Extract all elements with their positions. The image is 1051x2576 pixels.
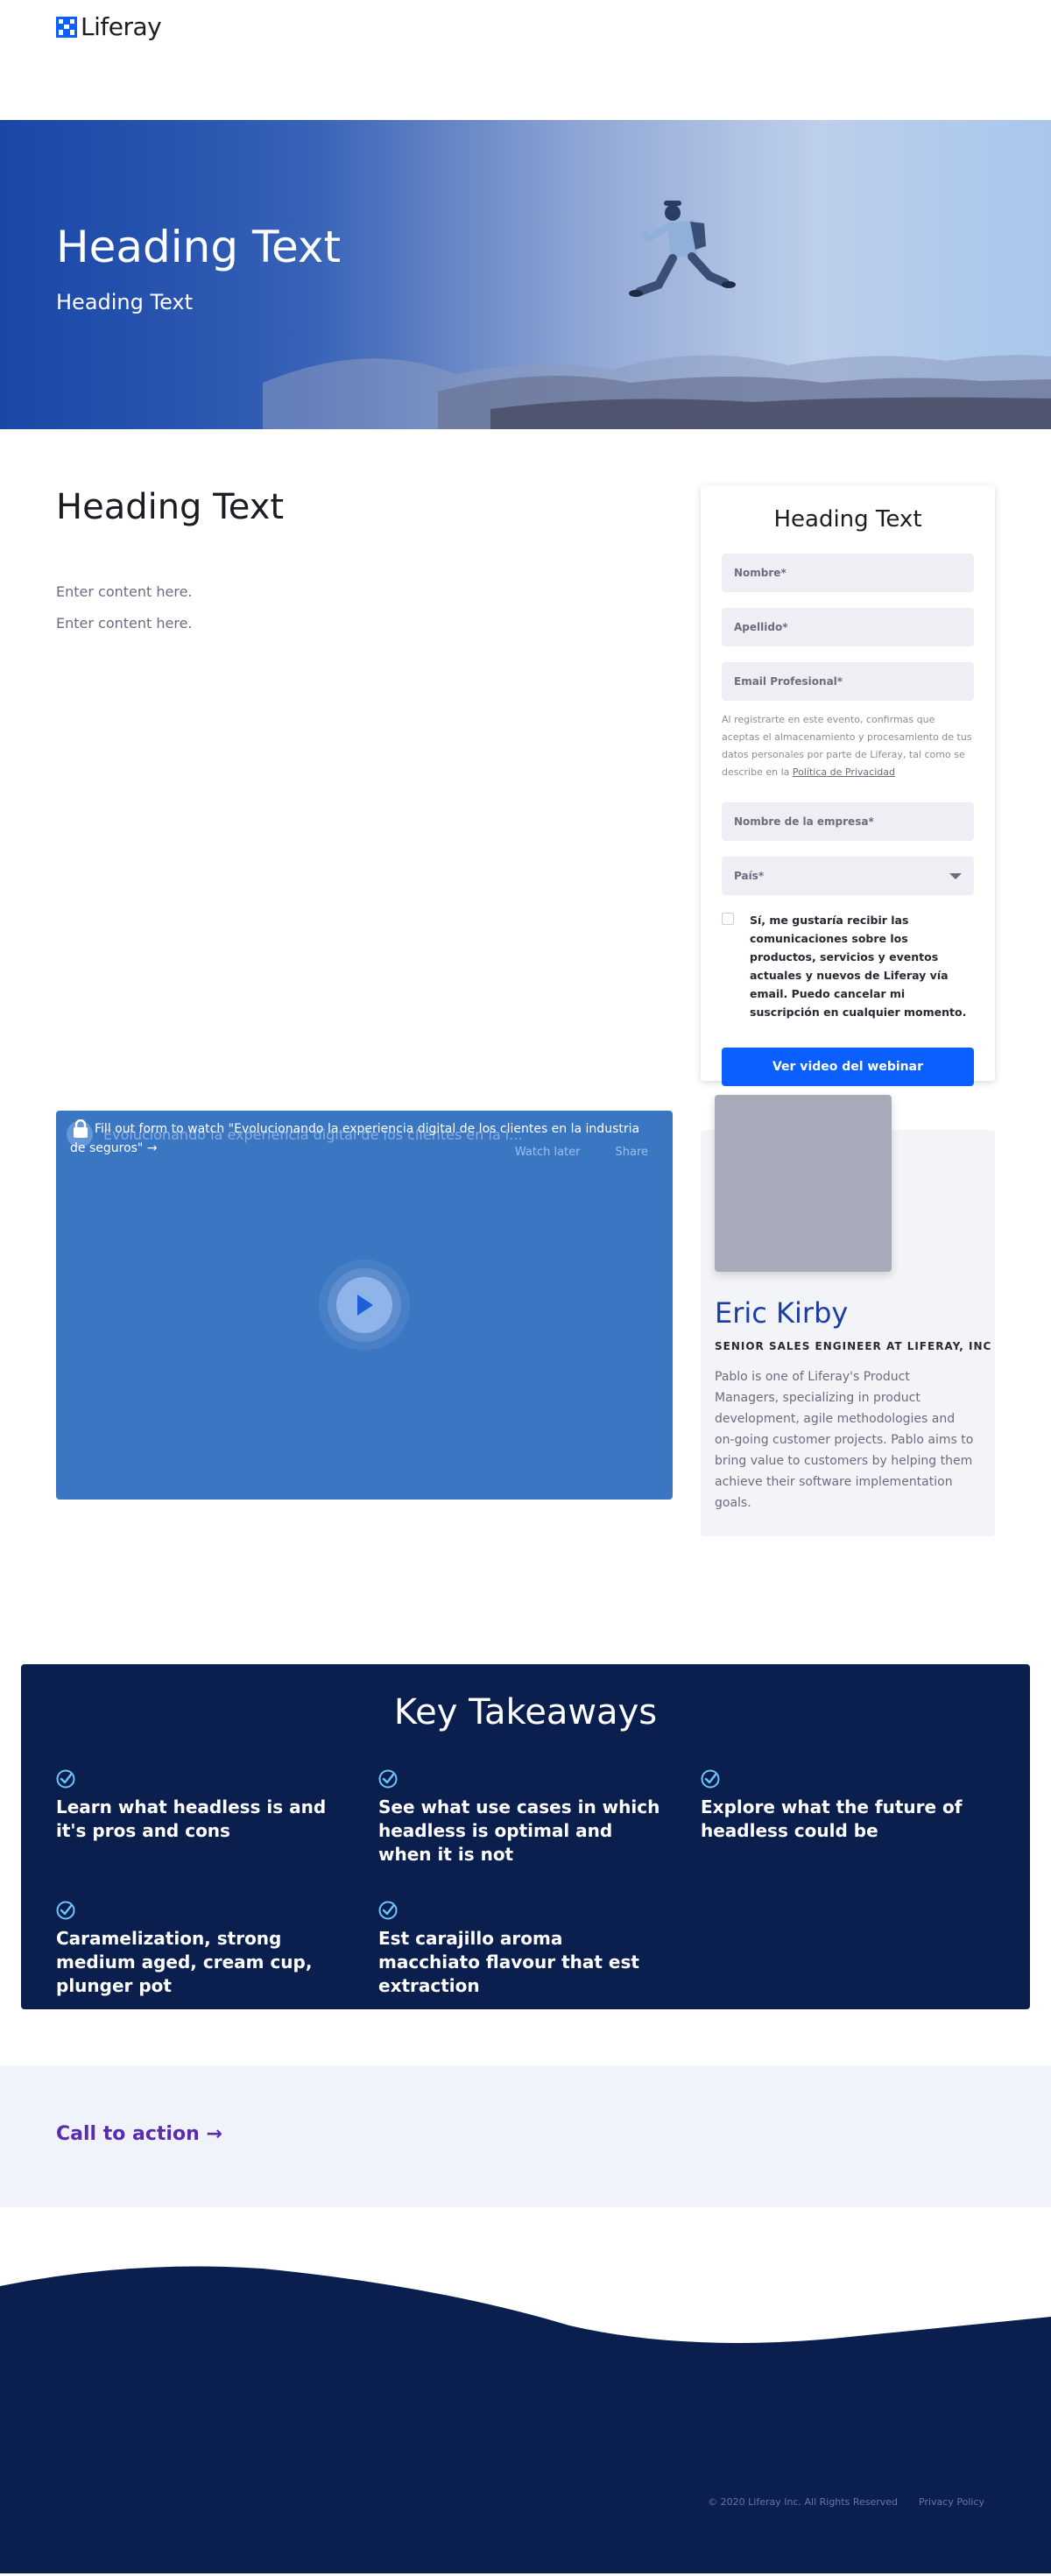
takeaway-text: Learn what headless is and it's pros and…	[56, 1796, 327, 1841]
site-footer: © 2020 Liferay Inc. All Rights Reserved …	[0, 2207, 1051, 2573]
video-gate-message[interactable]: Fill out form to watch "Evolucionando la…	[70, 1119, 652, 1158]
consent-text: Sí, me gustaría recibir las comunicacion…	[750, 914, 967, 1019]
site-header: Liferay	[0, 0, 1051, 120]
last-name-field[interactable]: Apellido*	[722, 608, 974, 646]
takeaways-panel: Key Takeaways Learn what headless is and…	[21, 1664, 1030, 2009]
jumping-person-image	[629, 201, 736, 297]
chevron-down-icon	[949, 873, 962, 879]
country-select[interactable]: País*	[722, 857, 974, 895]
consent-option: Sí, me gustaría recibir las comunicacion…	[722, 911, 974, 1021]
check-circle-icon	[56, 1769, 75, 1789]
footer-links: © 2020 Liferay Inc. All Rights Reserved …	[708, 2496, 984, 2508]
media-section: Evolucionando la experiencia digital de …	[0, 1095, 1051, 1664]
speaker-role: SENIOR SALES ENGINEER AT LIFERAY, INC	[715, 1340, 992, 1352]
privacy-policy-footer-link[interactable]: Privacy Policy	[919, 2496, 984, 2508]
hero-mountains-image	[0, 120, 1051, 429]
lock-icon	[74, 1119, 88, 1138]
takeaway-item: Est carajillo aroma macchiato flavour th…	[378, 1901, 667, 1998]
logo-text: Liferay	[81, 12, 162, 41]
video-gate-text: Fill out form to watch "Evolucionando la…	[70, 1122, 640, 1155]
takeaway-text: Caramelization, strong medium aged, crea…	[56, 1928, 313, 1996]
hero-banner: Heading Text Heading Text	[0, 120, 1051, 429]
takeaway-item: Caramelization, strong medium aged, crea…	[56, 1901, 345, 1998]
hero-title: Heading Text	[56, 222, 342, 272]
registration-form: Heading Text Nombre* Apellido* Email Pro…	[701, 485, 995, 1086]
takeaway-text: Est carajillo aroma macchiato flavour th…	[378, 1928, 639, 1996]
content-paragraph: Enter content here.	[56, 583, 193, 600]
takeaways-title: Key Takeaways	[393, 1692, 658, 1733]
logo-icon	[56, 16, 77, 38]
speaker-name: Eric Kirby	[715, 1296, 849, 1330]
content-title: Heading Text	[56, 487, 285, 527]
check-circle-icon	[56, 1901, 75, 1920]
check-circle-icon	[701, 1769, 720, 1789]
content-paragraph: Enter content here.	[56, 615, 193, 632]
company-field[interactable]: Nombre de la empresa*	[722, 802, 974, 841]
play-core	[336, 1277, 392, 1333]
copyright-text: © 2020 Liferay Inc. All Rights Reserved	[708, 2496, 899, 2508]
email-field[interactable]: Email Profesional*	[722, 662, 974, 701]
check-circle-icon	[378, 1769, 398, 1789]
form-title: Heading Text	[773, 506, 922, 533]
privacy-disclaimer: Al registrarte en este evento, confirmas…	[722, 711, 974, 781]
speaker-photo	[715, 1095, 892, 1272]
play-ring	[328, 1268, 401, 1342]
first-name-field[interactable]: Nombre*	[722, 554, 974, 592]
watch-webinar-button[interactable]: Ver video del webinar	[722, 1048, 974, 1086]
liferay-logo[interactable]: Liferay	[56, 12, 162, 41]
takeaway-text: See what use cases in which headless is …	[378, 1796, 660, 1865]
country-select-label: País*	[734, 870, 765, 882]
takeaway-item: See what use cases in which headless is …	[378, 1769, 667, 1867]
video-player[interactable]: Evolucionando la experiencia digital de …	[56, 1111, 673, 1500]
call-to-action-link[interactable]: Call to action →	[56, 2123, 222, 2145]
hero-subtitle: Heading Text	[56, 290, 194, 314]
takeaway-text: Explore what the future of headless coul…	[701, 1796, 963, 1841]
content-section: Heading Text Enter content here. Enter c…	[0, 429, 1051, 1095]
play-icon	[357, 1295, 373, 1316]
speaker-bio: Pablo is one of Liferay's Product Manage…	[715, 1370, 974, 1510]
check-circle-icon	[378, 1901, 398, 1920]
takeaway-item: Learn what headless is and it's pros and…	[56, 1769, 345, 1843]
takeaways-section: Key Takeaways Learn what headless is and…	[0, 1664, 1051, 2065]
play-button[interactable]	[319, 1260, 410, 1351]
consent-checkbox[interactable]	[722, 913, 734, 925]
takeaway-item: Explore what the future of headless coul…	[701, 1769, 990, 1843]
privacy-policy-link[interactable]: Política de Privacidad	[793, 766, 895, 778]
footer-wave-shape	[0, 2266, 1051, 2573]
cta-section: Call to action →	[0, 2065, 1051, 2207]
